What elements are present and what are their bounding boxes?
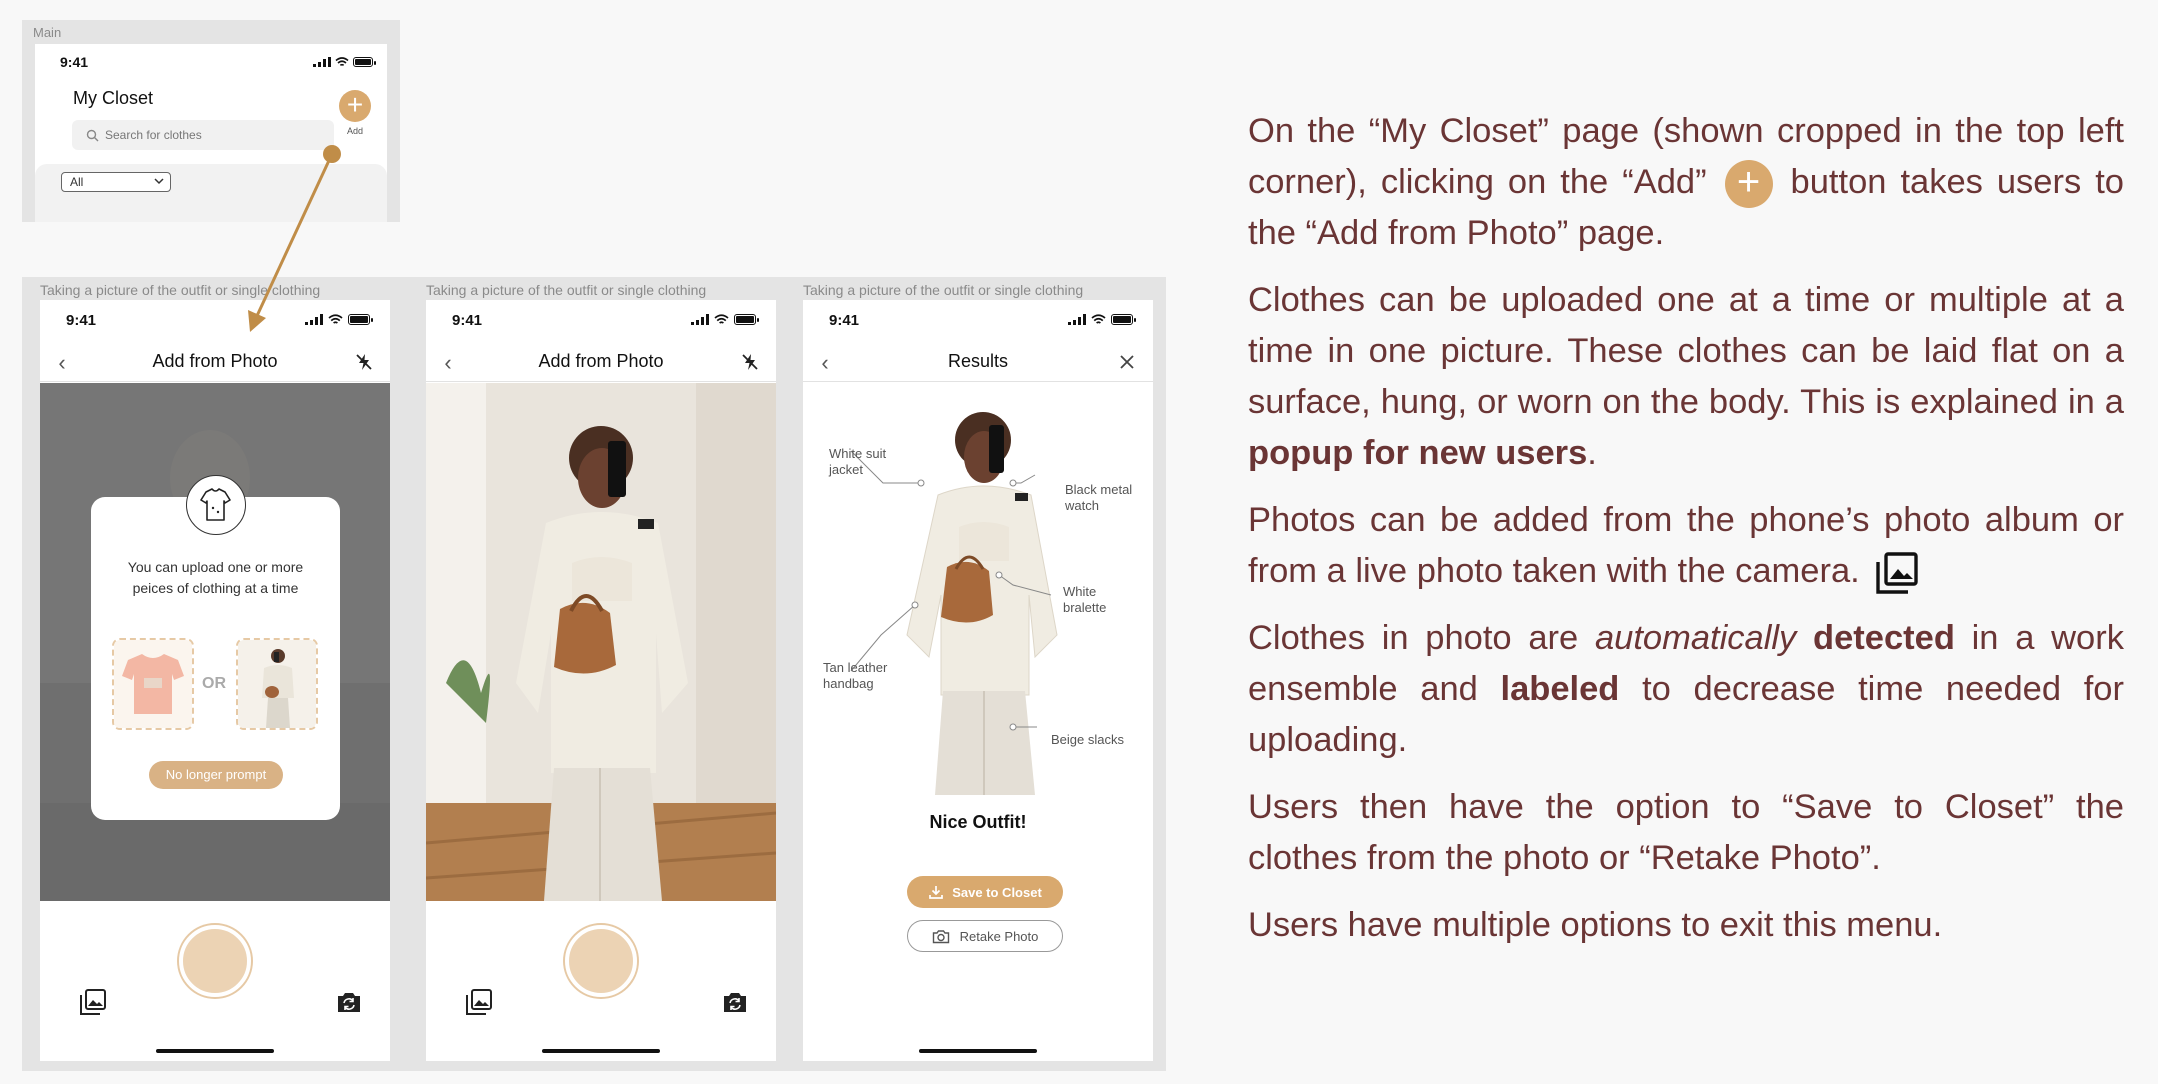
add-from-photo-camera-screen: 9:41 ‹ Add from Photo [426, 300, 776, 1061]
battery-icon [1111, 314, 1136, 325]
battery-icon [734, 314, 759, 325]
description-paragraph: Clothes in photo are automatically detec… [1248, 613, 2124, 766]
signal-icon [305, 314, 323, 325]
nav-title: Add from Photo [152, 351, 278, 371]
add-label: Add [346, 126, 363, 136]
description-text: Clothes in photo are [1248, 619, 1579, 657]
wifi-icon [328, 314, 343, 324]
close-icon[interactable] [1117, 352, 1137, 372]
description-text: Users have multiple options to exit this… [1248, 906, 1943, 944]
example-worn-outfit-image [236, 638, 318, 730]
status-bar: 9:41 [426, 312, 776, 332]
photo-album-icon[interactable] [78, 987, 108, 1017]
shutter-button[interactable] [179, 925, 251, 997]
status-time: 9:41 [452, 312, 483, 329]
camera-viewfinder[interactable] [426, 383, 776, 901]
home-indicator [919, 1049, 1037, 1053]
filter-dropdown[interactable]: All [61, 172, 171, 192]
description-bold-text: detected [1813, 619, 1955, 657]
search-placeholder: Search for clothes [105, 128, 202, 142]
flash-off-icon[interactable] [740, 352, 760, 372]
wifi-icon [335, 56, 349, 66]
flip-camera-icon[interactable] [720, 987, 750, 1017]
home-indicator [542, 1049, 660, 1053]
nav-bar: ‹ Results [803, 342, 1153, 382]
flip-camera-icon[interactable] [334, 987, 364, 1017]
shutter-button[interactable] [565, 925, 637, 997]
outfit-photo [426, 383, 776, 901]
retake-photo-button[interactable]: Retake Photo [907, 920, 1063, 952]
description-bold-text: popup for new users [1248, 434, 1588, 472]
chevron-down-icon [154, 178, 164, 185]
my-closet-screen: 9:41 My Closet Search for clothes + Add … [35, 44, 387, 222]
description-paragraph: Photos can be added from the phone’s pho… [1248, 495, 2124, 597]
step-label: Taking a picture of the outfit or single… [426, 282, 707, 298]
nav-bar: ‹ Add from Photo [426, 342, 776, 382]
status-time: 9:41 [66, 312, 97, 329]
main-frame: Main 9:41 My Closet Search for clothes +… [22, 20, 400, 222]
save-to-closet-label: Save to Closet [952, 884, 1042, 900]
wifi-icon [1091, 314, 1106, 324]
results-screen: 9:41 ‹ Results White suit jacket Black m… [803, 300, 1153, 1061]
nav-bar: ‹ Add from Photo [40, 342, 390, 382]
add-from-photo-popup-screen: 9:41 ‹ Add from Photo You can upload one… [40, 300, 390, 1061]
page-title: My Closet [73, 88, 154, 108]
wifi-icon [714, 314, 729, 324]
status-time: 9:41 [60, 54, 89, 70]
camera-controls [426, 901, 776, 1061]
label-tan-leather-handbag: Tan leather handbag [823, 660, 888, 691]
label-black-metal-watch: Black metal watch [1065, 482, 1133, 513]
label-white-bralette: White bralette [1063, 584, 1107, 615]
popup-message: You can upload one or more peices of clo… [127, 559, 304, 596]
download-icon [929, 886, 944, 899]
frame-label: Main [33, 25, 62, 40]
step-label: Taking a picture of the outfit or single… [40, 282, 321, 298]
description-italic-text: automatically [1594, 619, 1797, 657]
add-icon: + [1724, 159, 1773, 208]
description-paragraph: Users have multiple options to exit this… [1248, 900, 2124, 951]
nav-title: Add from Photo [538, 351, 664, 371]
result-message: Nice Outfit! [929, 812, 1027, 832]
description-text: . [1587, 434, 1597, 472]
camera-viewfinder[interactable]: You can upload one or more peices of clo… [40, 383, 390, 901]
clothing-icon [186, 475, 246, 535]
save-to-closet-button[interactable]: Save to Closet [907, 876, 1063, 908]
description-panel: On the “My Closet” page (shown cropped i… [1248, 106, 2124, 967]
status-bar: 9:41 [803, 312, 1153, 332]
retake-photo-label: Retake Photo [959, 928, 1039, 944]
signal-icon [691, 314, 709, 325]
description-paragraph: Users then have the option to “Save to C… [1248, 782, 2124, 884]
step-label: Taking a picture of the outfit or single… [803, 282, 1084, 298]
description-bold-text: labeled [1500, 670, 1620, 708]
example-flat-clothing-image [112, 638, 194, 730]
camera-icon [932, 929, 949, 943]
nav-title: Results [947, 351, 1009, 371]
battery-icon [348, 314, 373, 325]
filter-value: All [70, 175, 84, 189]
photo-album-icon [1876, 552, 1919, 594]
description-paragraph: Clothes can be uploaded one at a time or… [1248, 275, 2124, 479]
search-input[interactable]: Search for clothes [72, 120, 334, 150]
description-paragraph: On the “My Closet” page (shown cropped i… [1248, 106, 2124, 259]
label-white-suit-jacket: White suit jacket [829, 446, 887, 477]
description-text: Photos can be added from the phone’s pho… [1248, 501, 2124, 590]
flow-frame: Taking a picture of the outfit or single… [22, 277, 1166, 1071]
camera-controls [40, 901, 390, 1061]
description-text: Users then have the option to “Save to C… [1248, 788, 2124, 877]
description-text: Clothes can be uploaded one at a time or… [1248, 281, 2124, 421]
status-icons [313, 56, 376, 67]
flash-off-icon[interactable] [354, 352, 374, 372]
status-bar: 9:41 [40, 312, 390, 332]
home-indicator [156, 1049, 274, 1053]
no-longer-prompt-button[interactable]: No longer prompt [149, 761, 283, 789]
search-icon [86, 129, 99, 142]
label-beige-slacks: Beige slacks [1051, 732, 1124, 747]
signal-icon [1068, 314, 1086, 325]
photo-album-icon[interactable] [464, 987, 494, 1017]
status-time: 9:41 [829, 312, 860, 329]
or-label: OR [202, 675, 226, 692]
add-button[interactable]: + [339, 90, 371, 122]
new-user-popup: You can upload one or more peices of clo… [91, 475, 340, 820]
